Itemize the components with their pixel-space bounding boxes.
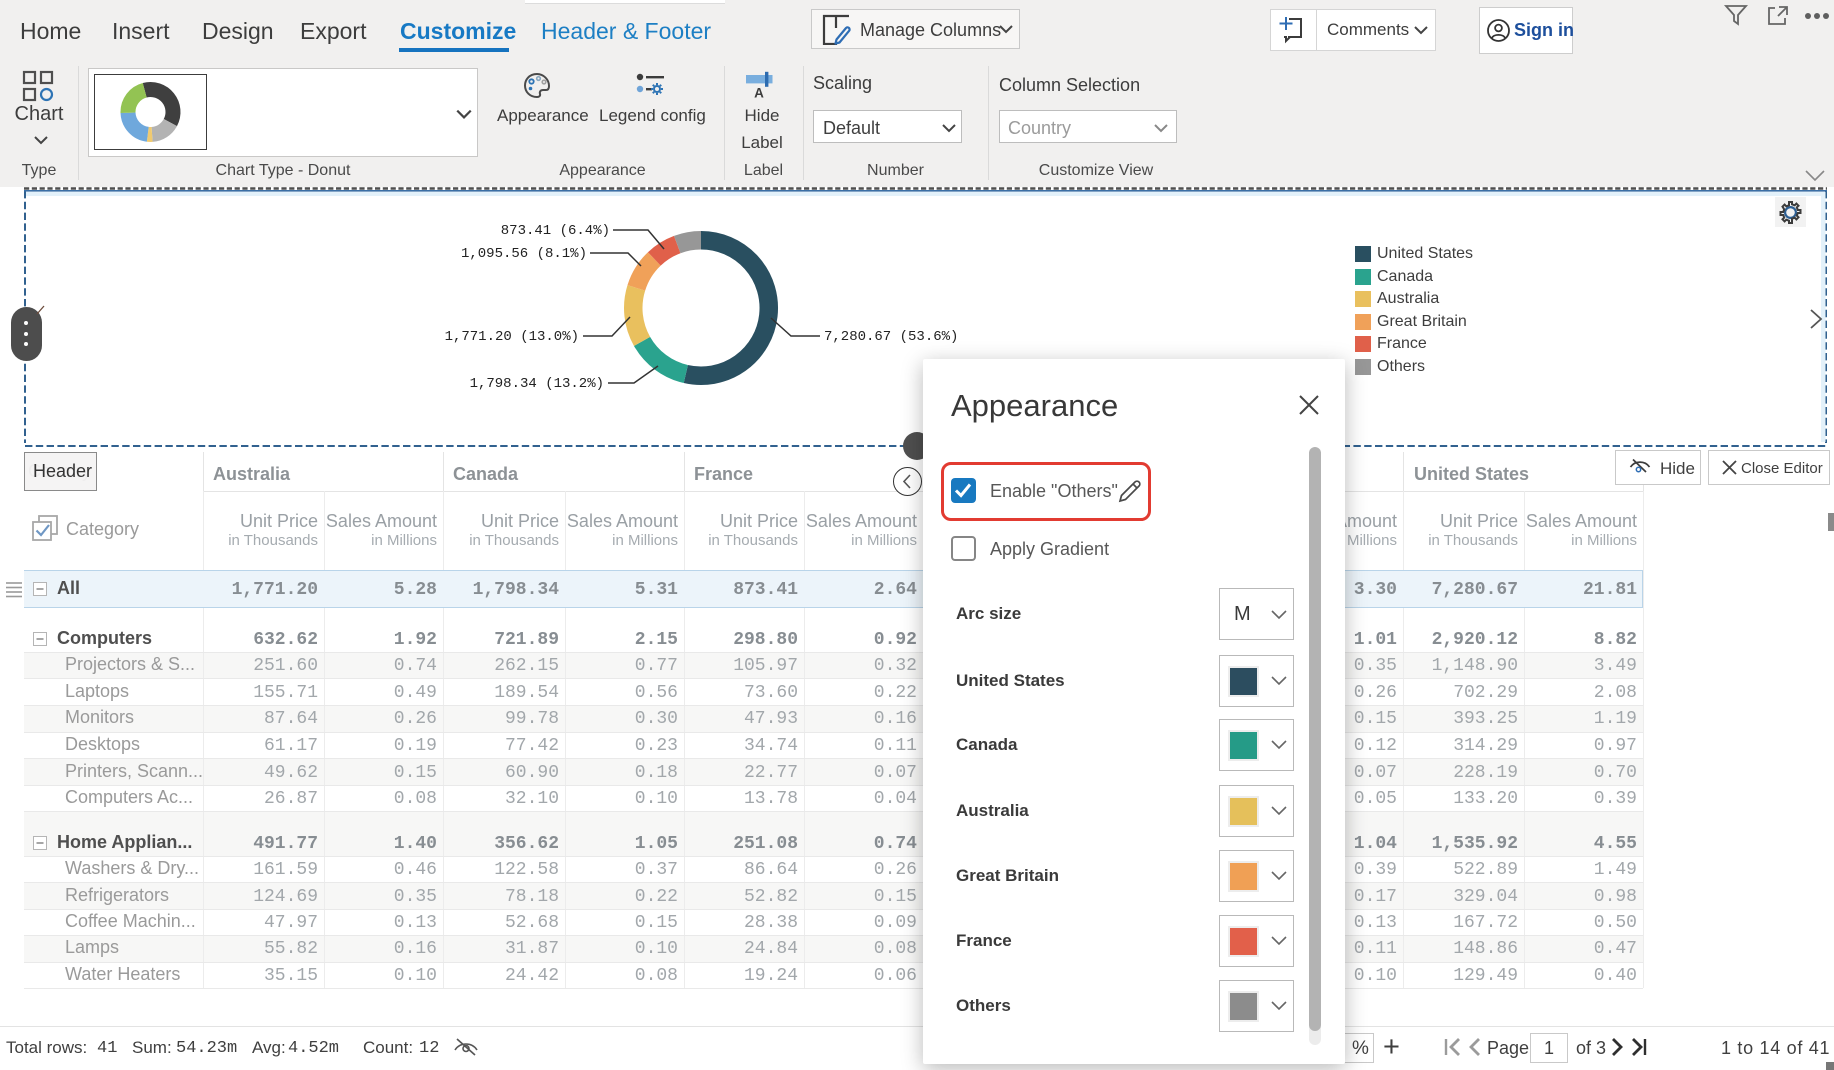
svg-text:A: A	[754, 86, 764, 101]
